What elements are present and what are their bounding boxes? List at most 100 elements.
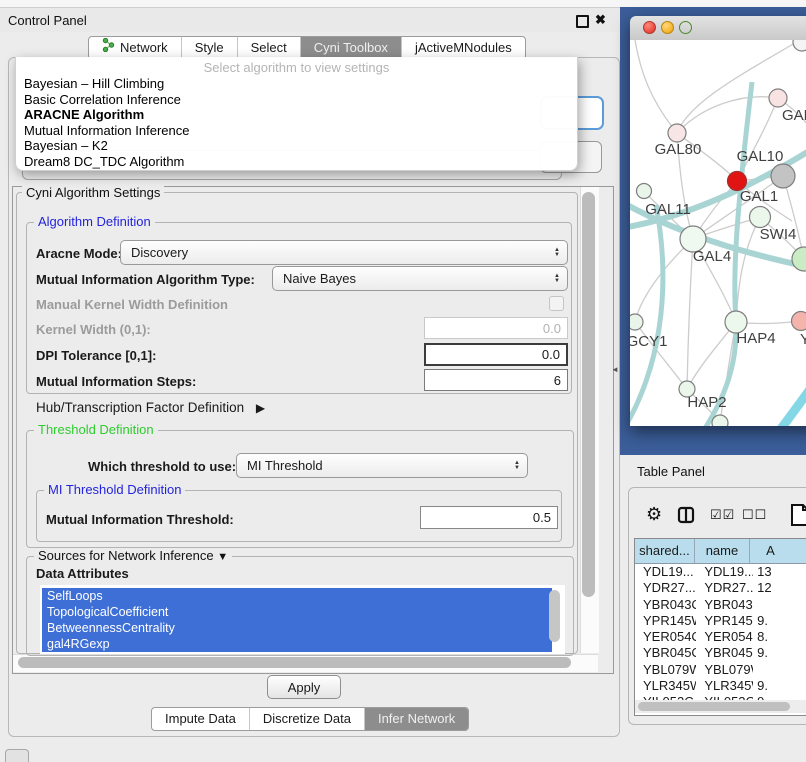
- panel-splitter-arrow[interactable]: ◄: [611, 365, 619, 374]
- table-row[interactable]: YBR043C YBR043C: [635, 597, 806, 613]
- tab-infer-network[interactable]: Infer Network: [364, 708, 468, 730]
- cell: YLR345W: [635, 678, 696, 694]
- dropdown-item[interactable]: Bayesian – Hill Climbing: [16, 76, 577, 92]
- stepper-icon: ▲▼: [554, 248, 560, 258]
- attribute-table: shared... name A YDL19... YDL19... 13 YD…: [634, 538, 806, 716]
- network-node-swi4[interactable]: [792, 247, 806, 271]
- apply-button-label: Apply: [288, 680, 321, 695]
- close-icon[interactable]: ✖: [595, 12, 606, 28]
- cell: 13: [753, 564, 806, 580]
- hub-definition-label: Hub/Transcription Factor Definition: [36, 400, 244, 415]
- sources-group-title[interactable]: Sources for Network Inference ▼: [34, 549, 232, 564]
- horizontal-scrollbar-thumb[interactable]: [18, 657, 571, 668]
- gear-icon[interactable]: ⚙: [646, 504, 662, 525]
- sources-title-label: Sources for Network Inference: [38, 548, 214, 563]
- dpi-tolerance-input[interactable]: 0.0: [424, 343, 568, 366]
- stepper-icon: ▲▼: [554, 274, 560, 284]
- column-header-clipped[interactable]: A: [750, 539, 806, 563]
- mi-algorithm-type-select[interactable]: Naive Bayes ▲▼: [272, 266, 568, 291]
- dpi-tolerance-label: DPI Tolerance [0,1]:: [36, 348, 156, 363]
- manual-kernel-width-label: Manual Kernel Width Definition: [36, 297, 228, 312]
- tab-style[interactable]: Style: [181, 37, 237, 59]
- which-threshold-select[interactable]: MI Threshold ▲▼: [236, 453, 528, 478]
- dropdown-item[interactable]: Mutual Information Inference: [16, 123, 577, 139]
- cell: 9.: [753, 613, 806, 629]
- attribute-item[interactable]: BetweennessCentrality: [42, 620, 552, 636]
- cell: YDR27...: [696, 580, 753, 596]
- cell: 12: [753, 580, 806, 596]
- tab-impute-data-label: Impute Data: [165, 708, 236, 730]
- aracne-mode-select[interactable]: Discovery ▲▼: [120, 240, 568, 265]
- network-canvas[interactable]: GAL80 GAL10 GAL GAL1 GAL11 SWI4 GAL4 GCY…: [630, 40, 806, 426]
- table-row[interactable]: YBR045C YBR045C 9.: [635, 645, 806, 661]
- attributes-scrollbar-thumb[interactable]: [549, 590, 560, 642]
- checked-checkboxes-icon[interactable]: ☑☑: [710, 507, 735, 523]
- tab-cyni-toolbox[interactable]: Cyni Toolbox: [300, 37, 401, 59]
- expand-arrow-icon: ▼: [217, 551, 228, 563]
- minimized-panel-icon[interactable]: [5, 749, 29, 762]
- kernel-width-input[interactable]: 0.0: [424, 317, 568, 339]
- cell: YBL079W: [696, 662, 753, 678]
- tab-impute-data[interactable]: Impute Data: [152, 708, 249, 730]
- dropdown-item[interactable]: Bayesian – K2: [16, 138, 577, 154]
- node-label-gal80: GAL80: [655, 141, 702, 158]
- network-node-gal80[interactable]: [668, 124, 686, 142]
- tab-jactivemnodules[interactable]: jActiveMNodules: [401, 37, 525, 59]
- hub-definition-toggle[interactable]: Hub/Transcription Factor Definition ▶: [36, 400, 265, 415]
- collapse-arrow-icon: ▶: [256, 401, 265, 415]
- float-panel-icon[interactable]: [576, 15, 589, 28]
- screen: Control Panel ✖ Network Style Select Cyn…: [0, 0, 806, 762]
- attribute-item[interactable]: gal4RGexp: [42, 636, 552, 652]
- network-window-titlebar[interactable]: [630, 16, 806, 41]
- table-row[interactable]: YER054C YER054C 8.: [635, 629, 806, 645]
- maximize-traffic-light[interactable]: [679, 21, 692, 34]
- table-horizontal-scrollbar-thumb[interactable]: [638, 702, 790, 711]
- node-label-y: Y: [800, 331, 806, 348]
- tab-select[interactable]: Select: [237, 37, 300, 59]
- network-node-y[interactable]: [792, 312, 806, 331]
- table-row[interactable]: YDL19... YDL19... 13: [635, 564, 806, 580]
- network-node[interactable]: [793, 40, 806, 51]
- apply-button[interactable]: Apply: [267, 675, 341, 699]
- stepper-icon: ▲▼: [514, 461, 520, 471]
- attribute-item[interactable]: SelfLoops: [42, 588, 552, 604]
- mi-steps-input[interactable]: 6: [424, 369, 568, 391]
- column-header-shared-name[interactable]: shared...: [635, 539, 695, 563]
- network-node[interactable]: [712, 415, 728, 426]
- table-row[interactable]: YLR345W YLR345W 9.: [635, 678, 806, 694]
- vertical-scrollbar-thumb[interactable]: [582, 192, 595, 597]
- tab-network[interactable]: Network: [89, 37, 181, 59]
- document-icon[interactable]: [789, 503, 806, 532]
- table-row[interactable]: YBL079W YBL079W: [635, 662, 806, 678]
- dropdown-item[interactable]: Dream8 DC_TDC Algorithm: [16, 154, 577, 170]
- cell: YPR145W: [696, 613, 753, 629]
- network-node-gcy1[interactable]: [630, 314, 643, 330]
- aracne-mode-value: Discovery: [131, 245, 188, 260]
- mi-threshold-input[interactable]: 0.5: [420, 506, 558, 529]
- dropdown-item[interactable]: Basic Correlation Inference: [16, 92, 577, 108]
- network-node-gal10[interactable]: [771, 164, 795, 188]
- cell: YER054C: [635, 629, 696, 645]
- cell: 9.: [753, 645, 806, 661]
- network-node-gal1[interactable]: [750, 207, 771, 228]
- cell: YBR043C: [696, 597, 753, 613]
- column-header-name[interactable]: name: [695, 539, 750, 563]
- dropdown-item-selected[interactable]: ARACNE Algorithm: [16, 107, 577, 123]
- manual-kernel-width-checkbox[interactable]: [549, 296, 564, 311]
- table-row[interactable]: YDR27... YDR27... 12: [635, 580, 806, 596]
- columns-icon[interactable]: [677, 506, 695, 529]
- tab-infer-network-label: Infer Network: [378, 708, 455, 730]
- tab-style-label: Style: [195, 37, 224, 59]
- mi-threshold-label: Mutual Information Threshold:: [46, 512, 234, 527]
- which-threshold-label: Which threshold to use:: [88, 459, 236, 474]
- unchecked-checkboxes-icon[interactable]: ☐☐: [742, 507, 767, 523]
- minimize-traffic-light[interactable]: [661, 21, 674, 34]
- table-row[interactable]: YPR145W YPR145W 9.: [635, 613, 806, 629]
- tab-discretize-data[interactable]: Discretize Data: [249, 708, 364, 730]
- control-panel-titlebar: Control Panel ✖: [0, 8, 620, 32]
- close-traffic-light[interactable]: [643, 21, 656, 34]
- network-node-gal[interactable]: [769, 89, 787, 107]
- tab-cyni-toolbox-label: Cyni Toolbox: [314, 37, 388, 59]
- attribute-item[interactable]: TopologicalCoefficient: [42, 604, 552, 620]
- network-node-gal11[interactable]: [637, 184, 652, 199]
